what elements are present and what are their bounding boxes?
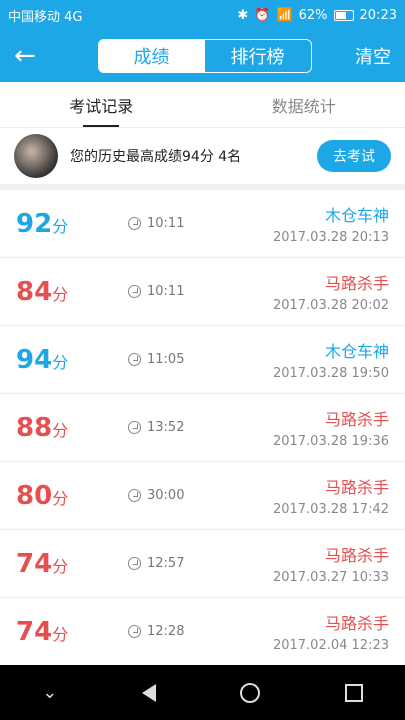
record-row[interactable]: 84分 10:11 马路杀手 2017.03.28 20:02: [0, 258, 405, 326]
record-date: 2017.03.28 20:02: [272, 298, 389, 313]
best-score-text: 您的历史最高成绩94分 4名: [70, 149, 242, 165]
back-arrow-icon[interactable]: ←: [14, 41, 54, 71]
clock-icon: [128, 625, 141, 638]
record-score: 94分: [16, 344, 69, 375]
record-date: 2017.03.28 17:42: [272, 502, 389, 517]
clear-button[interactable]: 清空: [355, 43, 391, 69]
record-row[interactable]: 74分 12:28 马路杀手 2017.02.04 12:23: [0, 598, 405, 666]
back-triangle-icon[interactable]: [141, 683, 156, 702]
record-score: 84分: [16, 276, 69, 307]
status-bar: 中国移动 4G ✱ ⏰ 📶 62% 20:23: [0, 0, 405, 30]
record-duration: 13:52: [147, 420, 185, 435]
record-title: 马路杀手: [324, 274, 389, 293]
home-circle-icon[interactable]: [240, 682, 261, 703]
record-duration: 30:00: [147, 488, 185, 503]
record-title: 马路杀手: [324, 614, 389, 633]
chevron-down-icon[interactable]: ⌄: [42, 682, 57, 703]
segment-scores[interactable]: 成绩: [98, 40, 205, 72]
record-duration: 12:57: [147, 556, 185, 571]
clock-icon: [128, 217, 141, 230]
recent-apps-icon[interactable]: [344, 683, 363, 702]
record-duration: 10:11: [147, 216, 185, 231]
record-date: 2017.03.28 19:36: [272, 434, 389, 449]
system-nav-bar: ⌄: [0, 665, 405, 720]
record-duration: 11:05: [147, 352, 185, 367]
tab-statistics[interactable]: 数据统计: [203, 82, 405, 127]
record-duration: 12:28: [147, 624, 185, 639]
record-score: 74分: [16, 548, 69, 579]
record-date: 2017.02.04 12:23: [272, 638, 389, 653]
record-title: 马路杀手: [324, 546, 389, 565]
record-date: 2017.03.27 10:33: [272, 570, 389, 585]
battery-icon: [333, 9, 354, 21]
best-score-banner: 您的历史最高成绩94分 4名 去考试: [0, 128, 405, 190]
tab-bar: 考试记录 数据统计: [0, 82, 405, 128]
app-header: ← 成绩 排行榜 清空: [0, 30, 405, 82]
clock-icon: [128, 557, 141, 570]
record-duration: 10:11: [147, 284, 185, 299]
avatar: [14, 134, 58, 178]
record-score: 92分: [16, 208, 69, 239]
segment-ranking[interactable]: 排行榜: [204, 40, 311, 72]
clock-icon: [128, 421, 141, 434]
record-row[interactable]: 92分 10:11 木仓车神 2017.03.28 20:13: [0, 190, 405, 258]
go-exam-button[interactable]: 去考试: [317, 140, 391, 172]
carrier-label: 中国移动 4G: [8, 9, 83, 25]
record-title: 木仓车神: [324, 206, 389, 225]
record-date: 2017.03.28 20:13: [272, 230, 389, 245]
records-list: 92分 10:11 木仓车神 2017.03.28 20:13 84分 10:11…: [0, 190, 405, 666]
record-title: 马路杀手: [324, 478, 389, 497]
clock-time: 20:23: [359, 7, 397, 23]
record-row[interactable]: 74分 12:57 马路杀手 2017.03.27 10:33: [0, 530, 405, 598]
record-row[interactable]: 80分 30:00 马路杀手 2017.03.28 17:42: [0, 462, 405, 530]
battery-percent: 62%: [298, 7, 328, 23]
tab-exam-records[interactable]: 考试记录: [0, 82, 203, 127]
record-score: 74分: [16, 616, 69, 647]
clock-icon: [128, 489, 141, 502]
wifi-icon: 📶: [276, 7, 293, 23]
clock-icon: [128, 285, 141, 298]
record-row[interactable]: 88分 13:52 马路杀手 2017.03.28 19:36: [0, 394, 405, 462]
alarm-icon: ⏰: [254, 7, 271, 23]
record-score: 88分: [16, 412, 69, 443]
clock-icon: [128, 353, 141, 366]
record-row[interactable]: 94分 11:05 木仓车神 2017.03.28 19:50: [0, 326, 405, 394]
record-title: 马路杀手: [324, 410, 389, 429]
segmented-control: 成绩 排行榜: [97, 39, 312, 73]
record-date: 2017.03.28 19:50: [272, 366, 389, 381]
record-title: 木仓车神: [324, 342, 389, 361]
bluetooth-icon: ✱: [237, 7, 249, 23]
record-score: 80分: [16, 480, 69, 511]
